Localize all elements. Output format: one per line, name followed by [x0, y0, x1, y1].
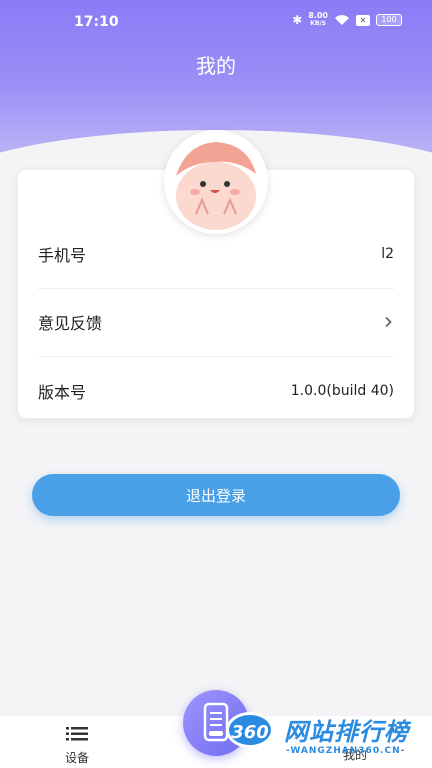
- watermark-title: 网站排行榜: [284, 718, 409, 746]
- avatar-image: [168, 134, 264, 230]
- network-speed-unit: KB/S: [310, 20, 326, 27]
- tab-devices[interactable]: 设备: [32, 716, 122, 768]
- battery-indicator: 100: [376, 14, 402, 26]
- close-box-icon: ✕: [356, 14, 370, 26]
- feedback-row[interactable]: 意见反馈: [38, 288, 394, 356]
- chevron-right-icon: [385, 316, 392, 328]
- version-value: 1.0.0(build 40): [290, 383, 394, 399]
- phone-value: l2: [381, 246, 394, 262]
- page-title: 我的: [196, 54, 236, 78]
- avatar[interactable]: [164, 130, 268, 234]
- tab-devices-label: 设备: [64, 751, 89, 765]
- list-icon: [66, 727, 88, 741]
- network-speed: 8.00 KB/S: [308, 12, 328, 28]
- watermark-logo: 360 网站排行榜 -WANGZHAN360.CN-: [220, 700, 432, 768]
- feedback-label: 意见反馈: [38, 314, 103, 333]
- bluetooth-icon: ✱: [292, 13, 303, 27]
- logout-button[interactable]: 退出登录: [32, 474, 400, 516]
- status-time: 17:10: [74, 14, 119, 30]
- status-icons: ✱ 8.00 KB/S ✕ 100: [292, 12, 402, 28]
- version-label: 版本号: [38, 383, 87, 402]
- watermark-badge: 360: [226, 712, 274, 748]
- status-bar: 17:10 ✱ 8.00 KB/S ✕ 100: [0, 0, 432, 44]
- network-speed-value: 8.00: [308, 11, 328, 20]
- wifi-icon: [335, 15, 349, 25]
- version-row: 版本号 1.0.0(build 40): [38, 357, 394, 425]
- phone-label: 手机号: [38, 246, 87, 265]
- watermark-subtitle: -WANGZHAN360.CN-: [286, 746, 406, 756]
